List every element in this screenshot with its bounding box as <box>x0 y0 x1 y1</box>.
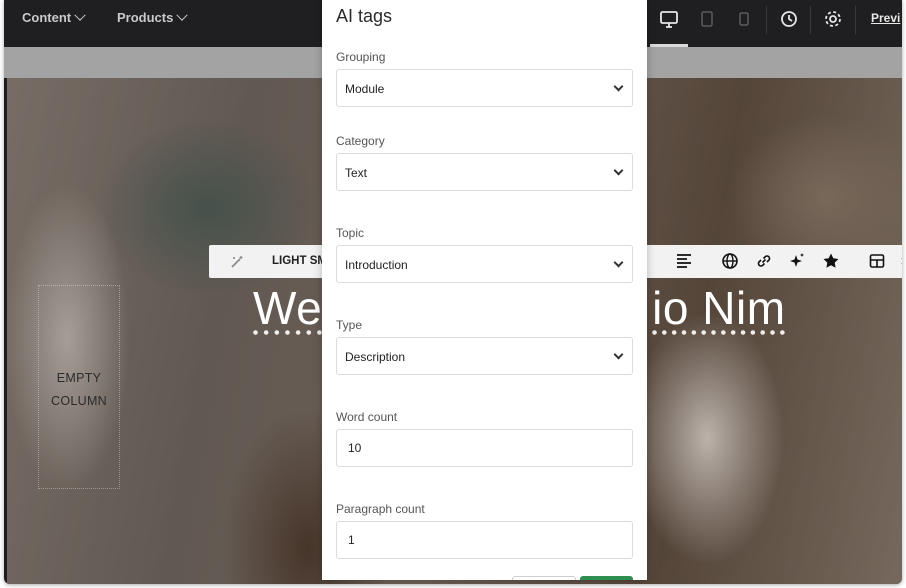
grouping-select[interactable]: Module <box>336 69 633 107</box>
grouping-value: Module <box>345 82 385 96</box>
chevron-down-icon <box>613 81 624 92</box>
nav-content-label: Content <box>22 10 72 25</box>
type-select[interactable]: Description <box>336 337 633 375</box>
category-select[interactable]: Text <box>336 153 633 191</box>
topic-select[interactable]: Introduction <box>336 245 633 283</box>
magic-wand-icon[interactable] <box>229 254 245 270</box>
sparkle-icon[interactable] <box>788 252 806 270</box>
nav-products-menu[interactable]: Products <box>117 9 189 25</box>
headline-left-text: We <box>253 282 323 334</box>
paragraph-count-input[interactable] <box>336 521 633 559</box>
mobile-icon[interactable] <box>737 9 751 29</box>
desktop-icon[interactable] <box>659 9 679 29</box>
globe-icon[interactable] <box>721 252 739 270</box>
headline-right-text: io Nim <box>652 282 786 334</box>
align-left-icon[interactable] <box>675 252 693 270</box>
table-icon[interactable] <box>869 252 885 270</box>
app-window: Content Products Previ EMPTY COLUMN We i… <box>4 0 902 584</box>
empty-column-line1: EMPTY <box>56 371 102 385</box>
word-count-input[interactable] <box>336 429 633 467</box>
cancel-button[interactable] <box>512 576 576 580</box>
preview-link[interactable]: Previ <box>871 11 900 25</box>
history-icon[interactable] <box>779 9 799 29</box>
category-value: Text <box>345 166 368 180</box>
topic-label: Topic <box>336 226 365 240</box>
divider <box>855 6 856 34</box>
topic-value: Introduction <box>345 258 408 272</box>
divider <box>810 6 811 34</box>
chevron-down-icon <box>613 257 624 268</box>
tablet-icon[interactable] <box>699 9 715 29</box>
category-label: Category <box>336 134 385 148</box>
gear-icon[interactable] <box>823 9 843 29</box>
paragraph-count-label: Paragraph count <box>336 502 425 516</box>
divider <box>766 6 767 34</box>
word-count-label: Word count <box>336 410 398 424</box>
grouping-label: Grouping <box>336 50 386 64</box>
empty-column-line2: COLUMN <box>51 394 107 408</box>
link-icon[interactable] <box>755 252 773 270</box>
empty-column-placeholder[interactable]: EMPTY COLUMN <box>38 285 120 489</box>
type-value: Description <box>345 350 406 364</box>
chevron-down-icon <box>613 165 624 176</box>
ai-tags-dialog: AI tags Grouping Module Category Text To… <box>322 0 647 580</box>
type-label: Type <box>336 318 363 332</box>
star-icon[interactable] <box>822 252 840 270</box>
save-button[interactable] <box>580 576 633 580</box>
nav-products-label: Products <box>117 10 174 25</box>
chevron-down-icon <box>613 349 624 360</box>
chevron-down-icon <box>176 9 189 21</box>
more-icon[interactable] <box>901 252 902 270</box>
style-dropdown-label[interactable]: LIGHT SM <box>272 255 327 267</box>
dialog-title: AI tags <box>336 6 393 26</box>
chevron-down-icon <box>74 9 86 21</box>
nav-content-menu[interactable]: Content <box>22 9 86 25</box>
